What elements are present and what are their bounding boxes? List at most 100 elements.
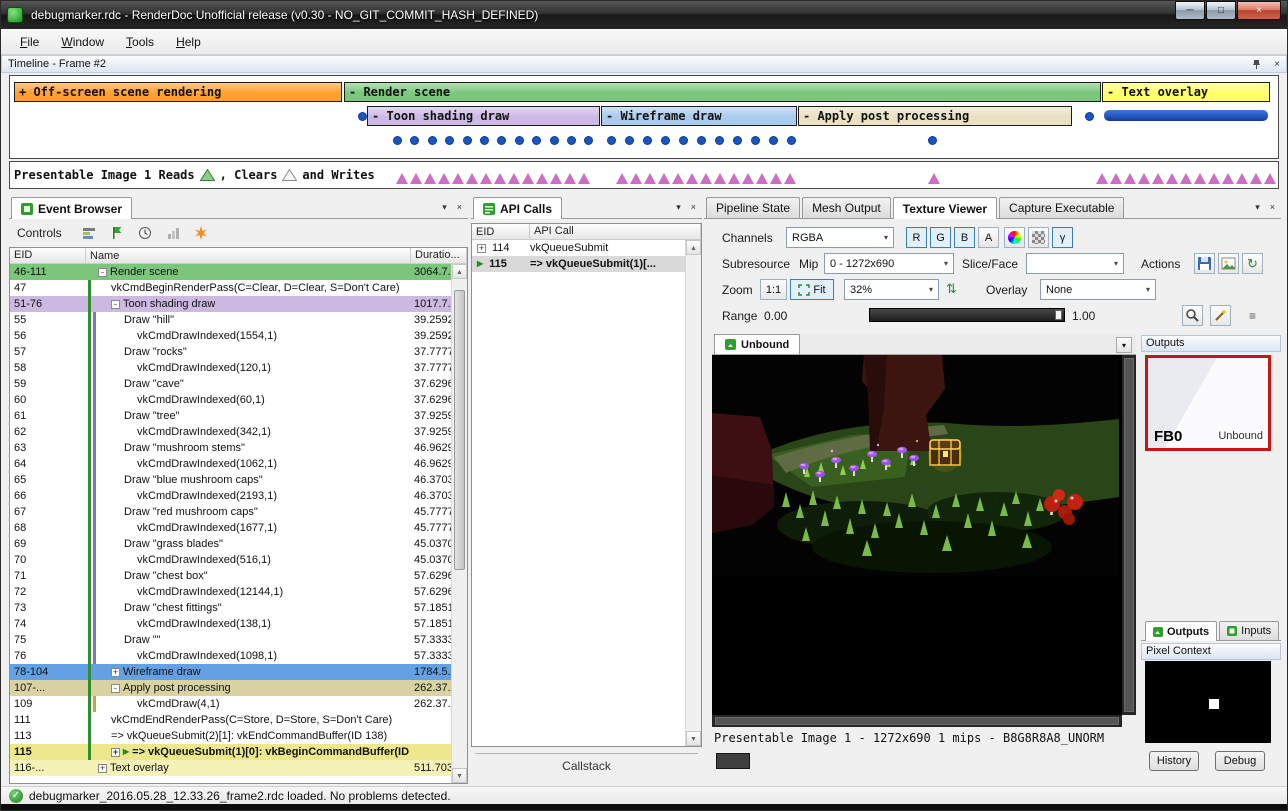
- timeline-event-dot[interactable]: [410, 136, 419, 145]
- clock-icon[interactable]: [136, 224, 154, 242]
- range-slider-handle[interactable]: [1055, 310, 1062, 320]
- timeline-event-dot[interactable]: [679, 136, 688, 145]
- event-row[interactable]: 56vkCmdDrawIndexed(1554,1)39.25926: [10, 328, 467, 344]
- timeline-event-dot[interactable]: [584, 136, 593, 145]
- statistics-icon[interactable]: [164, 224, 182, 242]
- pin-icon[interactable]: [1251, 59, 1262, 70]
- tree-expander-icon[interactable]: -: [111, 300, 120, 309]
- scrollbar-thumb[interactable]: [715, 717, 1119, 725]
- event-row[interactable]: 69Draw "grass blades"45.03704: [10, 536, 467, 552]
- zoom-fit-button[interactable]: Fit: [790, 279, 834, 300]
- timeline-event-dot[interactable]: [1085, 112, 1094, 121]
- event-browser-scrollbar[interactable]: ▲ ▼: [451, 264, 467, 783]
- timeline-event-dot[interactable]: [480, 136, 489, 145]
- timeline-event-dot[interactable]: [715, 136, 724, 145]
- green-channel-button[interactable]: G: [930, 227, 951, 248]
- timeline-event-dot[interactable]: [428, 136, 437, 145]
- scrollbar-thumb[interactable]: [1124, 358, 1134, 712]
- event-row[interactable]: 78-104+Wireframe draw1784.5...: [10, 664, 467, 680]
- event-row[interactable]: 107-...-Apply post processing262.37...: [10, 680, 467, 696]
- tab-inputs[interactable]: Inputs: [1219, 621, 1279, 640]
- range-menu-icon[interactable]: ≡: [1249, 309, 1256, 323]
- event-row[interactable]: 68vkCmdDrawIndexed(1677,1)45.77778: [10, 520, 467, 536]
- event-row[interactable]: 61Draw "tree"37.92593: [10, 408, 467, 424]
- bookmark-icon[interactable]: [108, 224, 126, 242]
- timeline-event-dot[interactable]: [661, 136, 670, 145]
- event-row[interactable]: 72vkCmdDrawIndexed(12144,1)57.62963: [10, 584, 467, 600]
- col-api-call[interactable]: API Call: [530, 224, 701, 239]
- flip-y-icon[interactable]: ⇅: [946, 281, 957, 297]
- timeline-event-dot[interactable]: [445, 136, 454, 145]
- tab-texture-viewer[interactable]: Texture Viewer: [893, 197, 997, 219]
- event-row[interactable]: 111vkCmdEndRenderPass(C=Store, D=Store, …: [10, 712, 467, 728]
- timeline-event-dot[interactable]: [532, 136, 541, 145]
- event-row[interactable]: 116-...+Text overlay511.7037: [10, 760, 467, 776]
- menu-window[interactable]: Window: [50, 31, 115, 53]
- tab-capture-executable[interactable]: Capture Executable: [999, 197, 1124, 218]
- col-api-eid[interactable]: EID: [472, 224, 530, 239]
- tree-expander-icon[interactable]: -: [98, 268, 107, 277]
- event-browser-undock-icon[interactable]: ▾: [442, 202, 447, 213]
- menu-file[interactable]: File: [9, 31, 50, 53]
- zoom-select[interactable]: 32% ▾: [844, 279, 939, 300]
- timeline-event-dot[interactable]: [787, 136, 796, 145]
- save-texture-button[interactable]: [1194, 253, 1215, 274]
- event-browser-close-icon[interactable]: ×: [457, 202, 462, 213]
- timeline-event-dot[interactable]: [515, 136, 524, 145]
- timeline-event-dot[interactable]: [625, 136, 634, 145]
- timeline-event-dot[interactable]: [550, 136, 559, 145]
- timeline-event-dot[interactable]: [643, 136, 652, 145]
- tab-mesh-output[interactable]: Mesh Output: [802, 197, 891, 218]
- minimize-button[interactable]: ─: [1175, 1, 1205, 20]
- api-call-row[interactable]: ▶115=> vkQueueSubmit(1)[...: [472, 256, 701, 272]
- controls-button[interactable]: Controls: [17, 226, 62, 240]
- timeline-bar[interactable]: - Text overlay: [1102, 82, 1270, 102]
- event-row[interactable]: 75Draw ""57.33333: [10, 632, 467, 648]
- timeline-icon[interactable]: [80, 224, 98, 242]
- event-row[interactable]: 66vkCmdDrawIndexed(2193,1)46.37037: [10, 488, 467, 504]
- tab-outputs[interactable]: Outputs: [1145, 621, 1217, 641]
- timeline-event-dot[interactable]: [358, 112, 367, 121]
- scroll-down-icon[interactable]: ▼: [686, 731, 701, 746]
- timeline-bar[interactable]: + Off-screen scene rendering: [14, 82, 342, 102]
- texture-vscrollbar[interactable]: [1122, 355, 1136, 715]
- tree-expander-icon[interactable]: +: [98, 764, 107, 773]
- zoom-range-button[interactable]: [1182, 305, 1203, 326]
- overlay-select[interactable]: None ▾: [1040, 279, 1156, 300]
- col-duration[interactable]: Duratio...: [411, 248, 467, 263]
- tab-unbound-texture[interactable]: Unbound: [714, 334, 800, 354]
- event-row[interactable]: 115+▶=> vkQueueSubmit(1)[0]: vkBeginComm…: [10, 744, 467, 760]
- timeline-event-dot[interactable]: [567, 136, 576, 145]
- pixel-context-view[interactable]: [1145, 661, 1271, 743]
- scroll-down-icon[interactable]: ▼: [452, 768, 467, 783]
- flame-icon[interactable]: [192, 224, 210, 242]
- texture-display[interactable]: [712, 355, 1122, 715]
- zoom-1to1-button[interactable]: 1:1: [760, 279, 787, 300]
- red-channel-button[interactable]: R: [906, 227, 927, 248]
- channels-select[interactable]: RGBA ▾: [786, 227, 894, 248]
- event-row[interactable]: 60vkCmdDrawIndexed(60,1)37.62963: [10, 392, 467, 408]
- event-row[interactable]: 63Draw "mushroom stems"46.96296: [10, 440, 467, 456]
- timeline-event-dot[interactable]: [697, 136, 706, 145]
- event-row[interactable]: 62vkCmdDrawIndexed(342,1)37.92593: [10, 424, 467, 440]
- timeline-event-dot[interactable]: [751, 136, 760, 145]
- scroll-up-icon[interactable]: ▲: [686, 240, 701, 255]
- blue-channel-button[interactable]: B: [954, 227, 975, 248]
- event-row[interactable]: 47vkCmdBeginRenderPass(C=Clear, D=Clear,…: [10, 280, 467, 296]
- scroll-up-icon[interactable]: ▲: [452, 264, 467, 279]
- api-call-row[interactable]: +114vkQueueSubmit: [472, 240, 701, 256]
- autofit-range-button[interactable]: [1210, 305, 1231, 326]
- api-calls-scrollbar[interactable]: ▲ ▼: [685, 240, 701, 746]
- event-row[interactable]: 109vkCmdDraw(4,1)262.37...: [10, 696, 467, 712]
- scrollbar-thumb[interactable]: [454, 290, 465, 570]
- col-eid[interactable]: EID: [10, 248, 86, 263]
- close-button[interactable]: ×: [1237, 1, 1281, 20]
- event-row[interactable]: 65Draw "blue mushroom caps"46.37037: [10, 472, 467, 488]
- history-button[interactable]: History: [1149, 751, 1199, 771]
- open-image-button[interactable]: [1218, 253, 1239, 274]
- timeline-bar[interactable]: - Wireframe draw: [601, 106, 797, 126]
- event-row[interactable]: 64vkCmdDrawIndexed(1062,1)46.96296: [10, 456, 467, 472]
- timeline-event-dot[interactable]: [497, 136, 506, 145]
- texture-viewer-undock-icon[interactable]: ▾: [1255, 202, 1260, 213]
- timeline-event-dot[interactable]: [393, 136, 402, 145]
